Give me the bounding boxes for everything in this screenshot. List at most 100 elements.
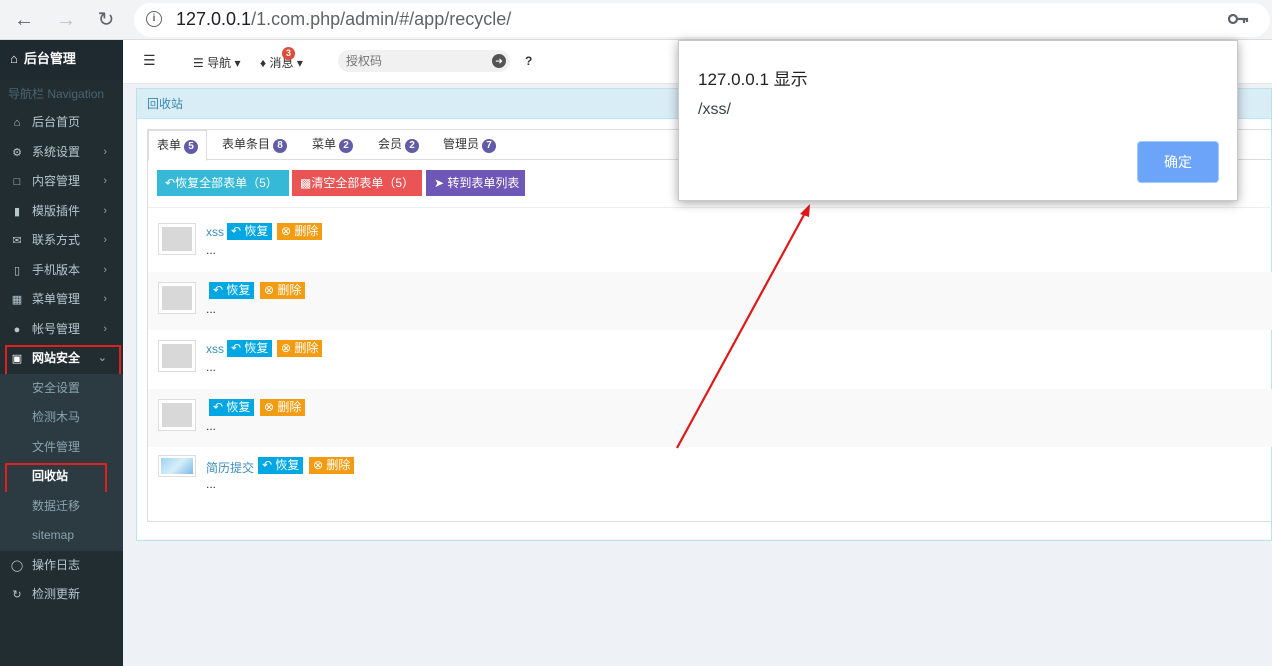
- security-submenu: 安全设置 检测木马 文件管理 回收站 数据迁移 sitemap: [0, 373, 123, 551]
- sidebar-item-account[interactable]: ● 帐号管理 ›: [0, 315, 123, 345]
- gear-icon: ⚙: [12, 146, 22, 159]
- sidebar-item-label: 模版插件: [32, 203, 81, 218]
- button-label: 清空全部表单（5）: [311, 176, 415, 190]
- item-summary: ...: [206, 477, 217, 491]
- placeholder-image: [162, 402, 192, 427]
- user-icon: ●: [13, 323, 21, 336]
- sidebar-brand[interactable]: ⌂ 后台管理: [0, 40, 123, 80]
- tab-count-badge: 2: [405, 139, 420, 153]
- sidebar-item-system[interactable]: ⚙ 系统设置 ›: [0, 138, 123, 168]
- site-info-icon[interactable]: i: [146, 11, 162, 27]
- button-label: 恢复全部表单（5）: [175, 176, 278, 190]
- submit-arrow-icon[interactable]: ➜: [492, 54, 506, 68]
- tab-members[interactable]: 会员 2: [370, 130, 427, 161]
- sidebar: ⌂ 后台管理 导航栏 Navigation ⌂ 后台首页 ⚙ 系统设置 › □ 内容管理 ›…: [0, 40, 123, 666]
- restore-button[interactable]: ↶ 恢复: [227, 223, 273, 240]
- button-label: 恢复: [244, 224, 269, 238]
- url-host: 127.0.0.1: [176, 9, 252, 29]
- sidebar-item-menu[interactable]: ▦ 菜单管理 ›: [0, 285, 123, 315]
- sidebar-item-update[interactable]: ↻ 检测更新: [0, 580, 123, 610]
- home-icon: ⌂: [13, 117, 21, 129]
- undo-icon: ↶: [262, 458, 273, 472]
- sidebar-item-mobile[interactable]: ▯ 手机版本 ›: [0, 256, 123, 286]
- reload-icon[interactable]: ↻: [94, 8, 118, 32]
- delete-button[interactable]: ⊗ 删除: [260, 281, 306, 299]
- restore-all-button[interactable]: ↶恢复全部表单（5）: [157, 170, 289, 196]
- tab-form-entries[interactable]: 表单条目 8: [214, 130, 295, 161]
- auth-code-search: ➜: [338, 50, 510, 72]
- tab-admins[interactable]: 管理员 7: [435, 130, 504, 161]
- messages-dropdown[interactable]: ♦ 消息 3 ▾: [260, 47, 303, 71]
- auth-code-input[interactable]: [346, 50, 486, 72]
- sidebar-item-contact[interactable]: ✉ 联系方式 ›: [0, 226, 123, 256]
- address-bar[interactable]: i 127.0.0.1/1.com.php/admin/#/app/recycl…: [134, 3, 1270, 37]
- button-label: 删除: [294, 224, 319, 238]
- submenu-item-sitemap[interactable]: sitemap: [0, 521, 123, 551]
- delete-button[interactable]: ⊗ 删除: [277, 340, 323, 357]
- item-summary: ...: [206, 360, 217, 374]
- help-icon[interactable]: ?: [525, 54, 532, 68]
- item-title[interactable]: 简历提交: [206, 459, 254, 476]
- browser-toolbar: ← → ↻ i 127.0.0.1/1.com.php/admin/#/app/…: [0, 0, 1272, 40]
- item-summary: ...: [206, 301, 217, 316]
- submenu-item-file-manager[interactable]: 文件管理: [0, 432, 123, 462]
- url-path: /1.com.php/admin/#/app/recycle/: [251, 9, 512, 29]
- list-item: ↶ 恢复 ⊗ 删除 ...: [148, 271, 1272, 330]
- file-icon: □: [13, 176, 21, 188]
- item-title[interactable]: xss: [206, 342, 224, 356]
- button-label: 转到表单列表: [447, 176, 520, 190]
- restore-button[interactable]: ↶ 恢复: [209, 281, 255, 299]
- sidebar-item-home[interactable]: ⌂ 后台首页: [0, 108, 123, 138]
- button-label: 恢复: [226, 399, 251, 414]
- alert-dialog: 127.0.0.1 显示 /xss/ 确定: [678, 40, 1238, 201]
- sidebar-item-label: 操作日志: [32, 557, 81, 572]
- button-label: 恢复: [275, 458, 300, 472]
- submenu-item-recycle-bin[interactable]: 回收站: [0, 462, 123, 499]
- key-icon[interactable]: [1228, 12, 1250, 26]
- delete-button[interactable]: ⊗ 删除: [309, 457, 355, 474]
- delete-button[interactable]: ⊗ 删除: [277, 223, 323, 240]
- nav-label: 导航: [207, 56, 232, 70]
- envelope-icon: ✉: [12, 235, 22, 247]
- url-text[interactable]: 127.0.0.1/1.com.php/admin/#/app/recycle/: [176, 9, 511, 30]
- chevron-right-icon: ›: [103, 145, 107, 158]
- restore-button[interactable]: ↶ 恢复: [209, 398, 255, 416]
- sidebar-item-templates[interactable]: ▮ 模版插件 ›: [0, 197, 123, 227]
- list-item: 简历提交 ↶ 恢复 ⊗ 删除 ...: [148, 447, 1272, 506]
- restore-button[interactable]: ↶ 恢复: [258, 457, 304, 474]
- item-summary: ...: [206, 243, 217, 257]
- undo-icon: ↶: [213, 282, 224, 297]
- goto-form-list-button[interactable]: ➤ 转到表单列表: [426, 170, 525, 196]
- sidebar-item-security[interactable]: ▣ 网站安全 ⌄: [0, 344, 123, 376]
- mobile-icon: ▯: [13, 264, 21, 277]
- undo-icon: ↶: [231, 224, 242, 238]
- thumbnail: [158, 223, 196, 255]
- nav-dropdown[interactable]: ☰ 导航 ▾: [193, 54, 241, 71]
- sidebar-toggle-icon[interactable]: ☰: [143, 52, 156, 69]
- submenu-item-data-migration[interactable]: 数据迁移: [0, 491, 123, 521]
- back-icon[interactable]: ←: [12, 8, 36, 32]
- button-label: 恢复: [244, 341, 269, 355]
- submenu-item-security-settings[interactable]: 安全设置: [0, 373, 123, 403]
- tab-forms[interactable]: 表单 5: [148, 130, 208, 161]
- trash-icon: ▩: [300, 176, 312, 190]
- clear-all-button[interactable]: ▩清空全部表单（5）: [292, 170, 422, 196]
- chevron-right-icon: ›: [103, 322, 107, 335]
- sidebar-item-content[interactable]: □ 内容管理 ›: [0, 167, 123, 197]
- button-label: 恢复: [226, 282, 251, 297]
- brand-label: 后台管理: [23, 51, 76, 66]
- item-title[interactable]: xss: [206, 225, 224, 239]
- sidebar-item-logs[interactable]: ◯ 操作日志: [0, 551, 123, 581]
- tab-label: 菜单: [312, 137, 337, 151]
- grid-icon: ▦: [11, 294, 23, 306]
- restore-button[interactable]: ↶ 恢复: [227, 340, 273, 357]
- forward-icon[interactable]: →: [54, 8, 78, 32]
- home-icon: ⌂: [10, 51, 18, 66]
- close-circle-icon: ⊗: [281, 224, 292, 238]
- tab-menus[interactable]: 菜单 2: [304, 130, 361, 161]
- close-circle-icon: ⊗: [264, 399, 275, 414]
- ok-button[interactable]: 确定: [1138, 142, 1218, 182]
- submenu-item-trojan-scan[interactable]: 检测木马: [0, 403, 123, 433]
- lock-icon: ▣: [11, 353, 23, 365]
- delete-button[interactable]: ⊗ 删除: [260, 398, 306, 416]
